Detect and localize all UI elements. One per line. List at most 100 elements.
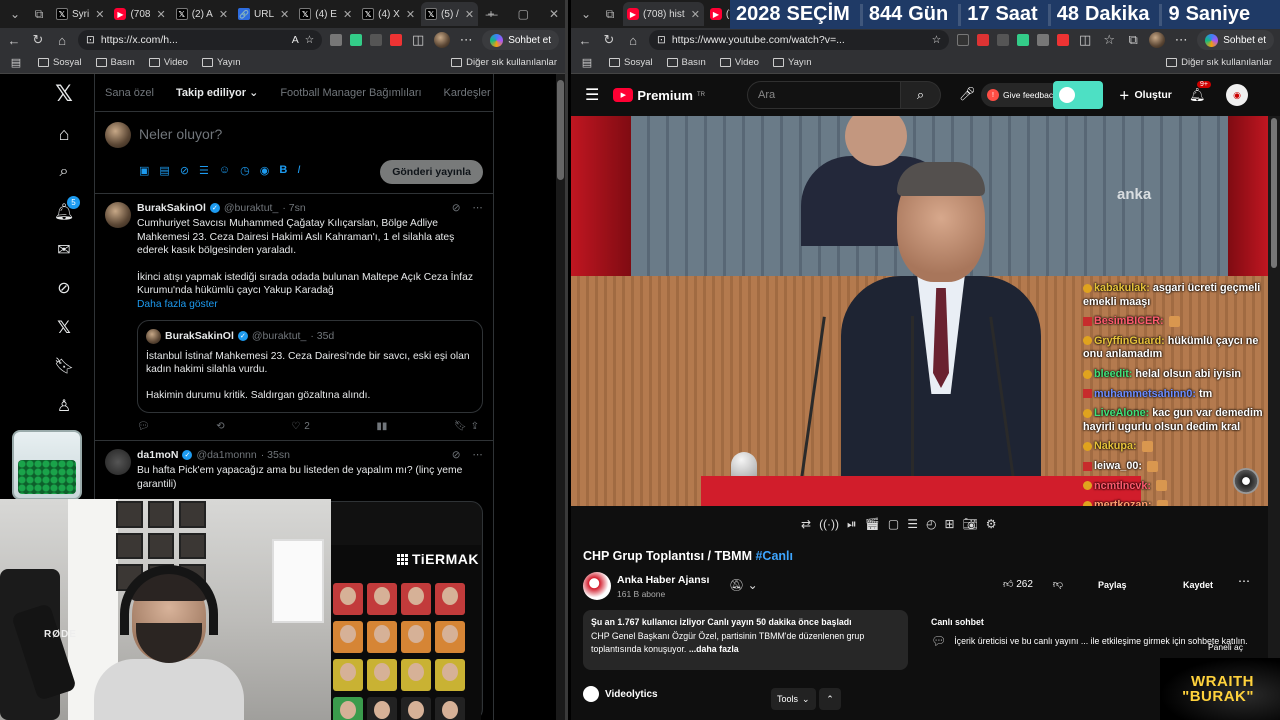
site-info-icon[interactable]: ⊡ — [657, 34, 666, 46]
home-icon[interactable]: ⌂ — [625, 33, 641, 48]
bookmark-folder[interactable]: Basın — [666, 57, 706, 68]
messages-mail-icon[interactable]: ✉ — [52, 238, 76, 262]
bookmark-folder[interactable]: Sosyal — [609, 57, 653, 68]
like-button[interactable]: ♡ 2 — [291, 421, 310, 432]
create-button[interactable]: ＋ Oluştur — [1119, 83, 1172, 107]
extension-icon[interactable] — [330, 34, 343, 46]
video-player[interactable]: anka kabakulak: asgari ücreti geçmeli eme… — [571, 116, 1268, 506]
give-feedback-button[interactable]: ! Give feedback — [981, 83, 1064, 107]
extension-icon[interactable] — [977, 34, 990, 46]
views-icon[interactable]: ▮▮ — [376, 421, 387, 432]
extension-icon[interactable] — [957, 34, 970, 46]
split-screen-icon[interactable]: ◫ — [410, 32, 426, 48]
tab-kardesler[interactable]: Kardeşler Kıra — [444, 87, 493, 99]
share-button[interactable]: Paylaş — [1098, 580, 1127, 590]
tools-dropdown[interactable]: Tools ⌄ — [771, 688, 816, 710]
compose-input[interactable]: Neler oluyor? — [139, 126, 222, 142]
search-input[interactable]: Ara — [747, 81, 901, 109]
subscription-bell-button[interactable]: 🔕︎ ⌄ — [729, 578, 758, 592]
tweet-avatar[interactable] — [105, 449, 131, 475]
more-menu-icon[interactable]: ⋯ — [1173, 32, 1189, 48]
refresh-icon[interactable]: ↻ — [601, 32, 617, 48]
scrollbar-thumb[interactable] — [1271, 118, 1277, 268]
workspaces-icon[interactable]: ⧉ — [28, 3, 50, 25]
close-tab-icon[interactable]: ✕ — [691, 8, 700, 21]
collapse-up-button[interactable]: ⌃ — [819, 688, 841, 710]
close-tab-icon[interactable]: ✕ — [343, 8, 352, 21]
video-description[interactable]: Şu an 1.767 kullanıcı izliyor Canlı yayı… — [583, 610, 908, 670]
bookmark-sidebar-icon[interactable]: ▤ — [8, 56, 24, 69]
gif-icon[interactable]: ▤ — [159, 164, 169, 177]
back-icon[interactable]: ← — [6, 33, 22, 48]
bookmark-sidebar-icon[interactable]: ▤ — [579, 56, 595, 69]
tab-for-you[interactable]: Sana özel — [105, 87, 154, 99]
extension-icon[interactable] — [1057, 34, 1070, 46]
close-tab-icon[interactable]: ✕ — [406, 8, 415, 21]
maximize-icon[interactable]: ▢ — [518, 7, 529, 21]
tab-4[interactable]: 🔗 URL ✕ — [234, 2, 293, 26]
youtube-premium-logo[interactable]: ▶ Premium TR — [613, 88, 705, 103]
notifications-bell-icon[interactable]: 🔔︎ 5 — [52, 196, 80, 224]
favorite-star-icon[interactable]: ☆ — [305, 34, 314, 46]
screenshot-camera-icon[interactable]: 📷︎ — [963, 517, 978, 535]
settings-gear-icon[interactable]: ⚙ — [986, 517, 997, 535]
scrollbar-thumb[interactable] — [557, 80, 564, 180]
open-panel-button[interactable]: Paneli aç — [1208, 642, 1243, 652]
bookmark-folder[interactable]: Yayın — [201, 57, 241, 68]
collections-icon[interactable]: ⧉ — [1125, 32, 1141, 48]
share-icon[interactable]: ⇪ — [471, 421, 479, 432]
premium-x-icon[interactable]: 𝕏 — [52, 316, 76, 340]
tweet-time[interactable]: · 35sn — [261, 449, 290, 461]
other-bookmarks-folder[interactable]: Diğer sık kullanılanlar — [1166, 57, 1272, 68]
profile-avatar[interactable] — [434, 32, 451, 48]
italic-icon[interactable]: I — [297, 164, 300, 177]
loop-icon[interactable]: ⇄ — [801, 517, 811, 535]
x-scrollbar[interactable] — [556, 74, 565, 720]
bold-icon[interactable]: B — [279, 164, 287, 177]
notifications-bell-icon[interactable]: 🔔︎ 9+ — [1189, 81, 1211, 103]
bookmark-folder[interactable]: Yayın — [772, 57, 812, 68]
extension-icon[interactable] — [1017, 34, 1030, 46]
more-options-icon[interactable]: ⋯ — [473, 449, 484, 461]
pip-icon[interactable]: ▢ — [888, 517, 899, 535]
reply-icon[interactable]: 💬︎ — [137, 421, 150, 432]
author-handle[interactable]: @buraktut_ — [224, 202, 278, 214]
refresh-icon[interactable]: ↻ — [30, 32, 46, 48]
close-tab-icon[interactable]: ✕ — [95, 8, 104, 21]
close-window-icon[interactable]: ✕ — [549, 7, 559, 21]
bookmark-folder[interactable]: Video — [148, 57, 188, 68]
quoted-tweet[interactable]: BurakSakinOl ✓ @buraktut_ · 35d İstanbul… — [137, 319, 483, 413]
tab-3[interactable]: 𝕏 (2) A ✕ — [172, 2, 232, 26]
bookmark-folder[interactable]: Basın — [95, 57, 135, 68]
extension-toggle[interactable] — [1053, 81, 1103, 109]
tab-2[interactable]: ▶ (708 ✕ — [110, 2, 169, 26]
author-handle[interactable]: @da1monnn — [196, 449, 256, 461]
more-menu-icon[interactable]: ⋯ — [458, 32, 474, 48]
extension-icon[interactable] — [390, 34, 403, 46]
workspaces-icon[interactable]: ⧉ — [599, 3, 621, 25]
bookmark-folder[interactable]: Sosyal — [38, 57, 82, 68]
back-icon[interactable]: ← — [577, 33, 593, 48]
save-button[interactable]: Kaydet — [1183, 580, 1213, 590]
copilot-chat-button[interactable]: Sohbet et — [1197, 30, 1274, 50]
tweet[interactable]: BurakSakinOl ✓ @buraktut_ · 7sn ⊘ ⋯ Cumhu… — [95, 194, 493, 441]
tab-actions-icon[interactable]: ⌄ — [4, 3, 26, 25]
post-button[interactable]: Gönderi yayınla — [380, 160, 483, 184]
description-more-link[interactable]: ...daha fazla — [689, 644, 739, 654]
tab-1[interactable]: 𝕏 Syri ✕ — [52, 2, 108, 26]
more-actions-icon[interactable]: ⋯ — [1238, 574, 1250, 588]
favorite-star-icon[interactable]: ☆ — [932, 34, 941, 46]
other-bookmarks-folder[interactable]: Diğer sık kullanılanlar — [451, 57, 557, 68]
site-info-icon[interactable]: ⊡ — [86, 34, 95, 46]
copilot-chat-button[interactable]: Sohbet et — [482, 30, 559, 50]
url-field[interactable]: ⊡ https://x.com/h... A ☆ — [78, 30, 323, 50]
account-avatar[interactable]: ◉ — [1226, 84, 1248, 106]
extension-icon[interactable] — [370, 34, 383, 46]
retweet-icon[interactable]: ⟲ — [216, 421, 224, 432]
tab-actions-icon[interactable]: ⌄ — [575, 3, 597, 25]
grok-icon[interactable]: ⊘ — [180, 164, 189, 177]
show-more-link[interactable]: Daha fazla göster — [137, 299, 483, 310]
audio-icon[interactable]: ((·)) — [819, 517, 839, 535]
x-logo-icon[interactable]: 𝕏 — [52, 81, 76, 106]
grok-icon[interactable]: ⊘ — [452, 202, 461, 214]
